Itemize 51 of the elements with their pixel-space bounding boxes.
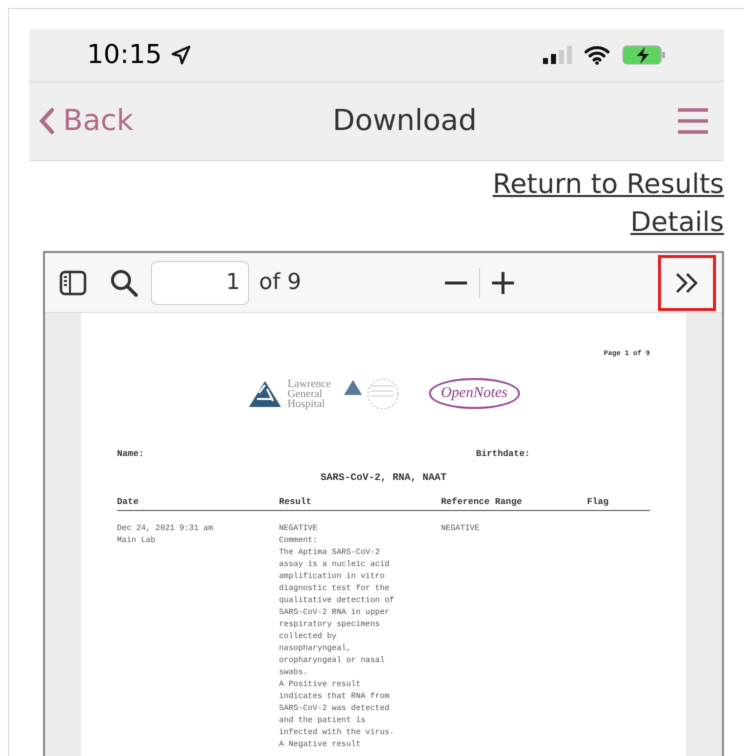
result-line: NEGATIVE	[279, 522, 318, 534]
column-header: Date	[117, 496, 140, 509]
text-link[interactable]: Details	[630, 205, 724, 241]
result-line: infected with the virus.	[279, 726, 396, 738]
notes-logo: OpenNotes	[428, 378, 520, 409]
signal-icon	[542, 45, 572, 65]
column-header: Result	[279, 496, 312, 509]
status-time: 10:15	[87, 38, 162, 72]
text-link[interactable]: Return to Results	[492, 167, 724, 203]
page-title: Download	[332, 102, 477, 140]
chevron-left-icon	[39, 107, 55, 135]
battery-charging-icon	[622, 44, 666, 66]
sidebar-toggle-icon[interactable]	[59, 270, 87, 296]
reference-cell: NEGATIVE	[441, 524, 480, 532]
result-line: respiratory specimens	[279, 618, 381, 630]
result-line: nasopharyngeal,	[279, 642, 352, 654]
page-count: of 9	[259, 269, 302, 297]
result-line: collected by	[279, 630, 338, 642]
hospital-name: General	[287, 388, 322, 398]
result-line: indicates that RNA from	[279, 690, 390, 702]
column-header: Reference Range	[441, 496, 524, 509]
more-tools-button[interactable]	[658, 254, 716, 310]
double-chevron-icon	[674, 272, 700, 294]
test-title: SARS-CoV-2, RNA, NAAT	[320, 472, 447, 486]
hospital-name: Lawrence	[287, 378, 331, 388]
result-line: SARS-CoV-2 was detected	[279, 702, 390, 714]
name-label: Name:	[117, 448, 144, 460]
location-arrow-icon	[170, 44, 192, 66]
birthdate-label: Birthdate:	[476, 448, 530, 460]
date-cell-text: Dec 24, 2021 9:31 am	[117, 522, 214, 534]
wifi-icon	[584, 45, 610, 65]
result-line: diagnostic test for the	[279, 582, 390, 594]
menu-icon[interactable]	[676, 107, 710, 135]
result-line: qualitative detection of	[279, 594, 396, 606]
hospital-logo-icon	[247, 378, 284, 408]
result-line: A Positive result	[279, 678, 362, 690]
hospital-name: Hospital	[287, 398, 326, 408]
result-line: A Negative result	[279, 738, 362, 750]
result-line: swabs.	[279, 666, 309, 678]
date-cell-text: Main Lab	[117, 534, 156, 546]
result-line: assay is a nucleic acid	[279, 558, 390, 570]
result-line: oropharyngeal or nasal	[279, 654, 386, 666]
result-line: SARS-CoV-2 RNA in upper	[279, 606, 390, 618]
result-line: and the patient is	[279, 714, 366, 726]
zoom-in-icon[interactable]	[490, 270, 516, 296]
search-icon[interactable]	[109, 268, 139, 298]
result-line: The Aptima SARS-CoV-2	[279, 546, 381, 558]
result-line: Comment:	[279, 534, 318, 546]
result-line: amplification in vitro	[279, 570, 386, 582]
page-number-field[interactable]: 1	[151, 260, 249, 304]
column-header: Flag	[587, 496, 610, 509]
